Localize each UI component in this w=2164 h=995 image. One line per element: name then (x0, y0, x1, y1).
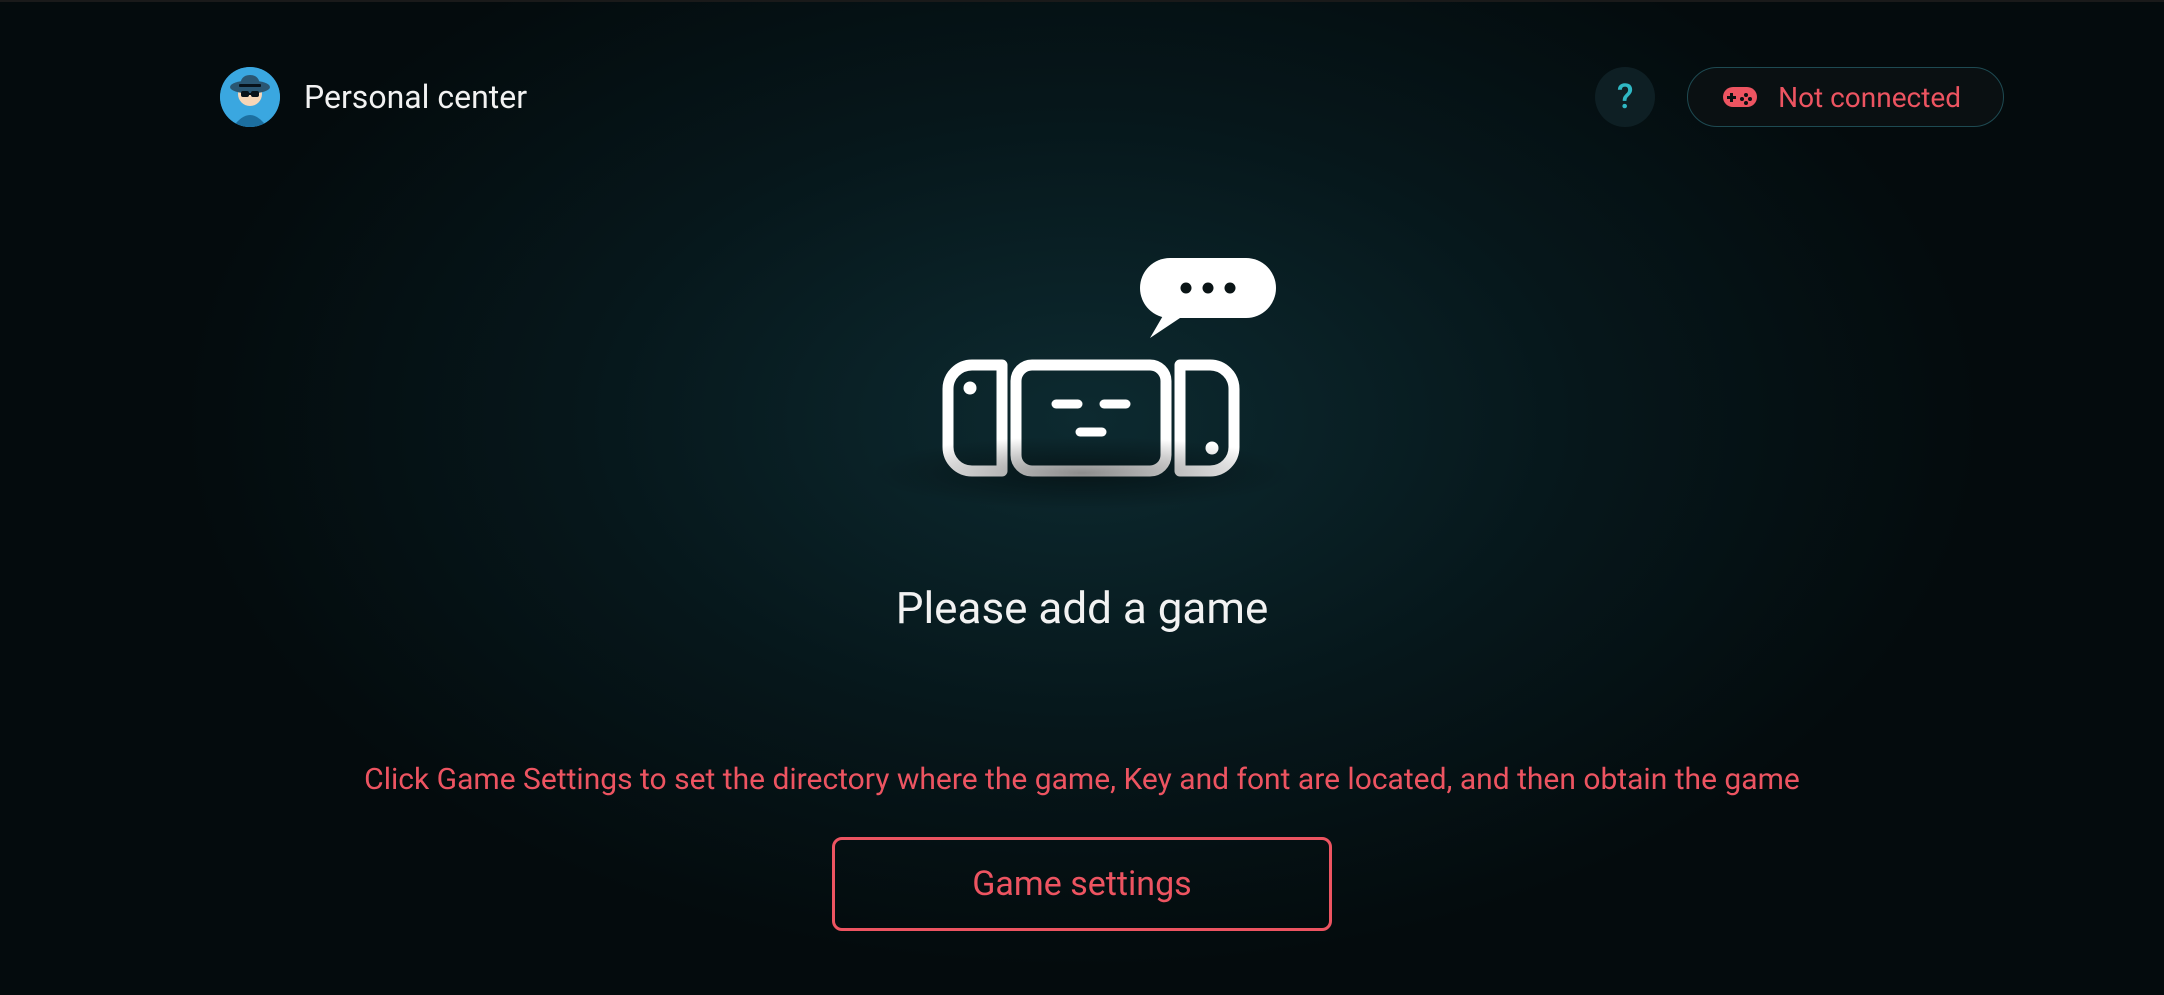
avatar[interactable] (220, 67, 280, 127)
game-settings-button-label: Game settings (972, 864, 1191, 904)
empty-state-title: Please add a game (896, 582, 1269, 634)
header-left: Personal center (220, 67, 527, 127)
header-bar: Personal center ? Not connected (0, 2, 2164, 192)
main-content: Please add a game Click Game Settings to… (0, 252, 2164, 931)
empty-state-instruction: Click Game Settings to set the directory… (364, 762, 1800, 797)
avatar-icon (220, 67, 280, 127)
gamepad-icon (1722, 85, 1758, 109)
app-viewport: Personal center ? Not connected (0, 0, 2164, 995)
game-settings-button[interactable]: Game settings (832, 837, 1332, 931)
device-shadow (867, 436, 1297, 510)
connection-status-pill[interactable]: Not connected (1687, 67, 2004, 127)
question-mark-icon: ? (1617, 77, 1634, 117)
help-button[interactable]: ? (1595, 67, 1655, 127)
header-right: ? Not connected (1595, 67, 2004, 127)
page-title: Personal center (304, 78, 527, 116)
connection-status-text: Not connected (1778, 81, 1961, 114)
device-illustration (872, 252, 1292, 482)
